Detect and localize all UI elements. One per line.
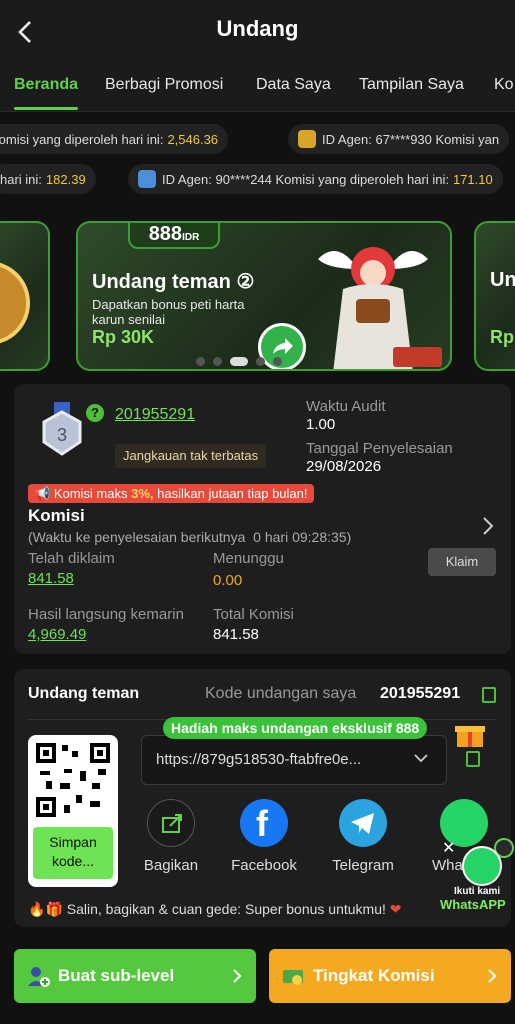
commission-ticker-row-2: hari ini: 182.39 ID Agen: 90****244 Komis… [0,159,515,199]
qr-code-panel[interactable]: Simpan kode... [28,735,118,887]
whatsapp-follow-widget[interactable]: ✕ Ikuti kami WhatsAPP [440,838,515,916]
gift-icon [455,726,485,747]
claimed-value[interactable]: 841.58 [28,570,74,587]
yesterday-value[interactable]: 4,969.49 [28,626,86,643]
invite-code-value: 201955291 [380,685,461,702]
banner-amount: Rp 30K [92,327,155,347]
tab-berbagi-promosi[interactable]: Berbagi Promosi [105,76,223,94]
chevron-right-icon [488,969,497,983]
commission-ticker-row-1: Komisi yang diperoleh hari ini: 2,546.36 … [0,119,515,159]
telegram-icon [339,799,387,847]
banner-slide-invite[interactable]: 888IDR Undang teman ② Dapatkan bonus pet… [76,221,452,371]
crown-icon [298,130,316,148]
claim-button[interactable]: Klaim [428,548,496,576]
copy-code-icon[interactable] [482,687,496,703]
help-icon[interactable]: ? [86,404,104,422]
megaphone-icon: 📢 [34,486,51,501]
fire-icon: 🔥 [28,901,46,917]
money-icon [283,970,303,985]
banner-title: Undang teman ② [92,271,255,293]
carousel-dot-active[interactable] [230,357,248,366]
top-bar: Undang [0,0,515,62]
save-qr-button[interactable]: Simpan kode... [33,827,113,879]
range-badge: Jangkauan tak terbatas [115,444,267,468]
carousel-dot[interactable] [213,357,222,366]
claimed-label: Telah diklaim [28,550,115,567]
banner-slide-prev[interactable] [0,221,50,371]
total-commission-label: Total Komisi [213,606,294,623]
pending-label: Menunggu [213,550,284,567]
invite-code-label: Kode undangan saya [205,685,357,702]
tab-beranda[interactable]: Beranda [14,76,78,94]
invite-link-field[interactable]: https://879g518530-ftabfre0e... [141,735,447,785]
promo-banner: 📢 Komisi maks 3%, hasilkan jutaan tiap b… [28,484,314,503]
banner-slide-next[interactable]: Un Rp [474,221,515,371]
total-commission-value: 841.58 [213,626,259,643]
chevron-right-icon [233,969,242,983]
ticker-item: hari ini: 182.39 [0,164,96,194]
finish-date-label: Tanggal Penyelesaian [306,440,453,457]
pending-value: 0.00 [213,572,243,589]
brand-logo: 888IDR [128,223,220,249]
banner-carousel[interactable]: 888IDR Undang teman ② Dapatkan bonus pet… [0,205,515,375]
close-icon[interactable]: ✕ [442,838,455,858]
page-title: Undang [216,16,299,41]
carousel-dots [196,357,282,366]
commission-tier-button[interactable]: Tingkat Komisi [269,949,511,1003]
ticker-item: ID Agen: 67****930 Komisi yan [288,124,510,154]
agent-commission-card: 3 ? 201955291 Jangkauan tak terbatas Wak… [14,384,511,654]
finish-date-value: 29/08/2026 [306,458,382,475]
character-illustration [318,247,442,369]
qr-code-image [36,743,110,817]
svg-text:3: 3 [57,425,67,445]
share-icon [147,799,195,847]
level-badge-icon: 3 [42,402,82,456]
copy-link-icon[interactable] [466,751,480,767]
carousel-dot[interactable] [273,357,282,366]
banner-subtitle: Dapatkan bonus peti harta karun senilai [92,297,245,327]
user-add-icon [28,967,50,987]
exclusive-reward-badge: Hadiah maks undangan eksklusif 888 [163,717,428,739]
whatsapp-icon [462,846,502,886]
bonus-hint: 🔥🎁 Salin, bagikan & cuan gede: Super bon… [28,901,402,917]
invite-title: Undang teman [28,685,140,702]
gift-icon: 🎁 [45,901,63,917]
carousel-dot[interactable] [256,357,265,366]
tab-bar: Beranda Berbagi Promosi Data Saya Tampil… [0,62,515,112]
invite-link-text: https://879g518530-ftabfre0e... [156,751,362,768]
create-sub-level-button[interactable]: Buat sub-level [14,949,256,1003]
active-tab-indicator [14,107,78,110]
commission-title: Komisi [28,506,85,525]
next-settlement: (Waktu ke penyelesaian berikutnya 0 hari… [28,529,352,545]
share-button[interactable]: Bagikan [136,799,206,874]
yesterday-label: Hasil langsung kemarin [28,606,184,623]
ticker-item: Komisi yang diperoleh hari ini: 2,546.36 [0,124,229,154]
wheel-icon [0,262,30,344]
diamond-icon [138,170,156,188]
heart-icon: ❤ [389,901,402,917]
audit-label: Waktu Audit [306,398,386,415]
telegram-share-button[interactable]: Telegram [328,799,398,874]
ticker-item: ID Agen: 90****244 Komisi yang diperoleh… [128,164,503,194]
tab-data-saya[interactable]: Data Saya [256,76,331,94]
tab-tampilan-saya[interactable]: Tampilan Saya [359,76,464,94]
facebook-icon: f [240,799,288,847]
carousel-dot[interactable] [196,357,205,366]
facebook-share-button[interactable]: f Facebook [229,799,299,874]
chevron-right-icon[interactable] [481,516,495,536]
tab-more[interactable]: Ko [494,76,514,94]
agent-id[interactable]: 201955291 [115,406,195,424]
invite-friends-card: Undang teman Kode undangan saya 20195529… [14,669,511,927]
chevron-down-icon[interactable] [414,753,428,763]
audit-value: 1.00 [306,416,336,433]
